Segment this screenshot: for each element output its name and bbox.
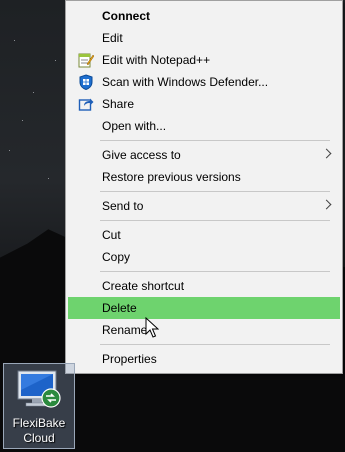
menu-item-edit-with-notepad[interactable]: Edit with Notepad++ xyxy=(68,49,340,71)
remote-desktop-icon xyxy=(17,370,61,408)
menu-separator xyxy=(100,344,330,345)
mouse-pointer-icon xyxy=(145,317,159,338)
share-icon xyxy=(78,96,94,112)
chevron-right-icon xyxy=(321,148,332,159)
windows-defender-icon xyxy=(78,74,94,91)
menu-item-share[interactable]: Share xyxy=(68,93,340,115)
menu-separator xyxy=(100,220,330,221)
menu-item-edit[interactable]: Edit xyxy=(68,27,340,49)
menu-item-label: Edit with Notepad++ xyxy=(102,53,211,67)
menu-item-label: Send to xyxy=(102,199,144,213)
notepad-plus-plus-icon xyxy=(78,52,95,68)
menu-item-send-to[interactable]: Send to xyxy=(68,195,340,217)
chevron-right-icon xyxy=(321,199,332,210)
menu-item-give-access[interactable]: Give access to xyxy=(68,144,340,166)
menu-item-rename[interactable]: Rename xyxy=(68,319,340,341)
menu-item-label: Properties xyxy=(102,352,157,366)
menu-item-label: Copy xyxy=(102,250,131,264)
menu-item-open-with[interactable]: Open with... xyxy=(68,115,340,137)
menu-item-create-shortcut[interactable]: Create shortcut xyxy=(68,275,340,297)
menu-item-connect[interactable]: Connect xyxy=(68,5,340,27)
menu-item-label: Give access to xyxy=(102,148,181,162)
menu-item-label: Scan with Windows Defender... xyxy=(102,75,269,89)
menu-separator xyxy=(100,191,330,192)
context-menu: Connect Edit Edit with Notepad++ Scan wi… xyxy=(65,0,343,374)
menu-item-label: Connect xyxy=(102,9,150,23)
menu-item-restore-previous-versions[interactable]: Restore previous versions xyxy=(68,166,340,188)
menu-item-cut[interactable]: Cut xyxy=(68,224,340,246)
desktop-shortcut-flexibake-cloud[interactable]: FlexiBake Cloud xyxy=(3,363,75,449)
menu-item-copy[interactable]: Copy xyxy=(68,246,340,268)
menu-item-label: Edit xyxy=(102,31,123,45)
menu-item-label: Create shortcut xyxy=(102,279,185,293)
menu-item-label: Cut xyxy=(102,228,121,242)
menu-separator xyxy=(100,140,330,141)
menu-separator xyxy=(100,271,330,272)
menu-item-label: Share xyxy=(102,97,135,111)
menu-item-delete[interactable]: Delete xyxy=(68,297,340,319)
menu-item-label: Rename xyxy=(102,323,148,337)
menu-item-label: Delete xyxy=(102,301,137,315)
menu-item-label: Open with... xyxy=(102,119,167,133)
menu-item-properties[interactable]: Properties xyxy=(68,348,340,370)
menu-item-label: Restore previous versions xyxy=(102,170,241,184)
desktop-shortcut-label: FlexiBake Cloud xyxy=(12,416,66,445)
menu-item-scan-defender[interactable]: Scan with Windows Defender... xyxy=(68,71,340,93)
